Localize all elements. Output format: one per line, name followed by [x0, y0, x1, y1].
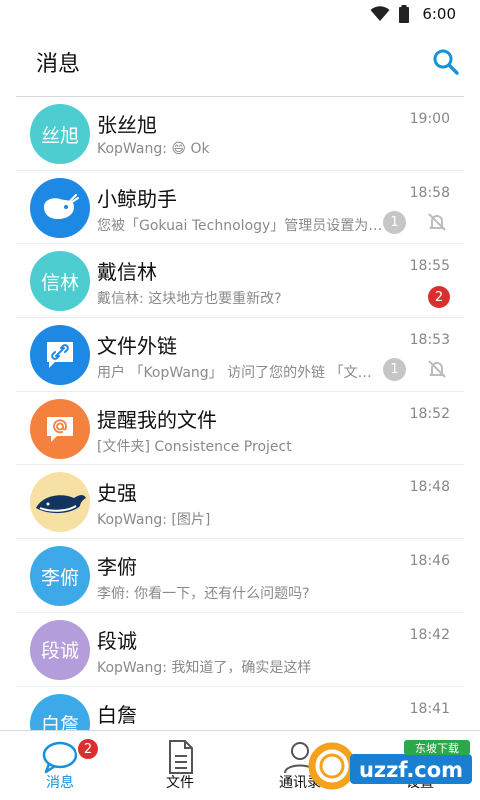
conversation-item[interactable]: 信林 戴信林 18:55 戴信林: 这块地方也要重新改? 2 [16, 244, 464, 319]
conversation-name: 史强 [97, 481, 137, 506]
conversation-preview: KopWang: 我知道了，确实是这样 [97, 659, 312, 676]
app-header: 消息 [0, 28, 480, 96]
avatar [30, 325, 90, 386]
svg-text:东坡下载: 东坡下载 [415, 742, 459, 755]
search-icon[interactable] [432, 48, 460, 76]
grin-emoji-icon: 😄 [171, 141, 186, 157]
conversation-item[interactable]: 文件外链 18:53 用户 「KopWang」 访问了您的外链 「文… 1 [16, 318, 464, 392]
tab-messages-label: 消息 [46, 775, 74, 791]
whale-icon [44, 193, 79, 219]
avatar [30, 398, 90, 459]
svg-text:uzzf.com: uzzf.com [359, 758, 463, 782]
status-bar: 6:00 [0, 0, 480, 28]
conversation-item[interactable]: 提醒我的文件 18:52 [文件夹] Consistence Project [16, 392, 464, 466]
muted-count-badge: 1 [383, 210, 406, 234]
conversation-item[interactable]: 段诚 段诚 18:42 KopWang: 我知道了，确实是这样 [16, 613, 464, 687]
conversation-time: 19:00 [409, 111, 450, 127]
conversation-preview: [文件夹] Consistence Project [97, 438, 292, 455]
conversation-time: 18:58 [409, 184, 450, 201]
watermark-logo: uzzf.com 东坡下载 [308, 740, 472, 790]
avatar: 信林 [30, 251, 90, 312]
conversation-item[interactable]: 丝旭 张丝旭 19:00 KopWang: 😄 Ok [16, 97, 464, 171]
muted-count-badge: 1 [383, 358, 406, 382]
conversation-name: 白詹 [97, 702, 137, 727]
conversation-time: 18:41 [409, 700, 450, 717]
conversation-name: 李俯 [97, 555, 137, 580]
conversation-preview: KopWang: 😄 Ok [97, 141, 210, 157]
avatar: 李俯 [30, 546, 90, 607]
conversation-time: 18:48 [409, 479, 450, 496]
conversation-preview: 李俯: 你看一下，还有什么问题吗? [97, 586, 310, 603]
whale-photo-icon [36, 495, 86, 514]
avatar: 丝旭 [30, 104, 90, 164]
conversation-item[interactable]: 史强 18:48 KopWang: [图片] [16, 465, 464, 540]
avatar [30, 472, 90, 533]
conversation-item[interactable]: 白詹 白詹 18:41 [16, 687, 464, 730]
conversation-item[interactable]: 李俯 李俯 18:46 李俯: 你看一下，还有什么问题吗? [16, 539, 464, 613]
conversation-name: 戴信林 [97, 260, 157, 285]
avatar: 白詹 [30, 693, 90, 730]
conversation-preview: 戴信林: 这块地方也要重新改? [97, 291, 282, 308]
tab-files-label: 文件 [166, 775, 194, 791]
conversation-time: 18:53 [409, 332, 450, 349]
conversation-name: 文件外链 [97, 334, 177, 359]
conversation-time: 18:42 [409, 626, 450, 643]
conversation-name: 张丝旭 [97, 113, 157, 137]
share-link-icon [47, 342, 73, 369]
conversation-name: 段诚 [97, 628, 137, 653]
bell-muted-icon [428, 360, 446, 378]
conversation-time: 18:46 [409, 553, 450, 570]
tab-files[interactable]: 文件 [120, 731, 240, 800]
conversation-name: 小鲸助手 [97, 186, 177, 211]
conversation-preview: 用户 「KopWang」 访问了您的外链 「文… [97, 365, 372, 382]
conversation-name: 提醒我的文件 [97, 407, 217, 432]
conversation-list: 丝旭 张丝旭 19:00 KopWang: 😄 Ok 小鲸助手 18:58 您被… [16, 97, 464, 730]
at-mention-icon [47, 416, 73, 442]
conversation-item[interactable]: 小鲸助手 18:58 您被「Gokuai Technology」管理员设置为… … [16, 171, 464, 245]
unread-badge: 2 [428, 286, 450, 309]
battery-icon [399, 5, 410, 23]
conversation-preview: 您被「Gokuai Technology」管理员设置为… [97, 217, 382, 234]
bell-muted-icon [428, 212, 446, 231]
conversation-time: 18:52 [409, 405, 450, 422]
conversation-preview: KopWang: [图片] [97, 512, 211, 529]
messages-badge: 2 [76, 737, 100, 761]
chat-bubble-icon [42, 741, 78, 774]
conversation-time: 18:55 [409, 258, 450, 275]
avatar: 段诚 [30, 619, 90, 680]
document-icon [169, 740, 193, 774]
avatar [30, 177, 90, 238]
status-time: 6:00 [422, 5, 456, 23]
wifi-icon [370, 6, 390, 21]
page-title: 消息 [36, 52, 81, 77]
tab-messages[interactable]: 2 消息 [0, 731, 120, 800]
